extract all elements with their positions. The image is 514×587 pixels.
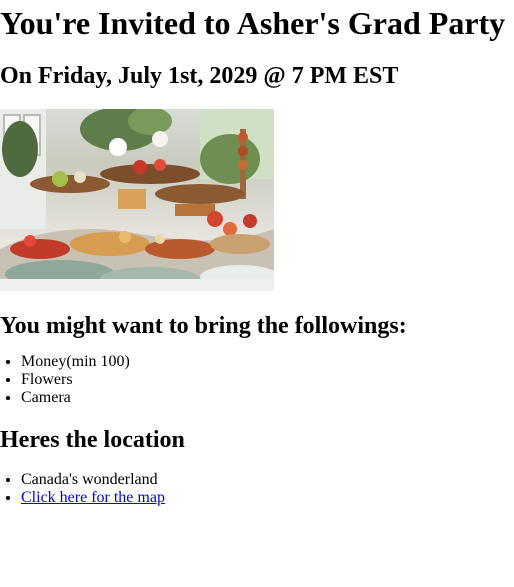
bring-item-money: Money(min 100) [21, 353, 514, 371]
party-food-photo [0, 109, 274, 291]
location-heading: Heres the location [0, 427, 185, 453]
location-map-item: Click here for the map [21, 489, 514, 507]
location-list: Canada's wonderland Click here for the m… [0, 471, 514, 507]
bring-list: Money(min 100) Flowers Camera [0, 353, 514, 407]
location-place: Canada's wonderland [21, 471, 514, 489]
map-link[interactable]: Click here for the map [21, 489, 165, 506]
bring-item-flowers: Flowers [21, 371, 514, 389]
event-date: On Friday, July 1st, 2029 @ 7 PM EST [0, 63, 399, 89]
bring-heading: You might want to bring the followings: [0, 313, 407, 339]
photo-illustration [0, 109, 274, 291]
bring-item-camera: Camera [21, 389, 514, 407]
page-title: You're Invited to Asher's Grad Party [0, 5, 506, 41]
